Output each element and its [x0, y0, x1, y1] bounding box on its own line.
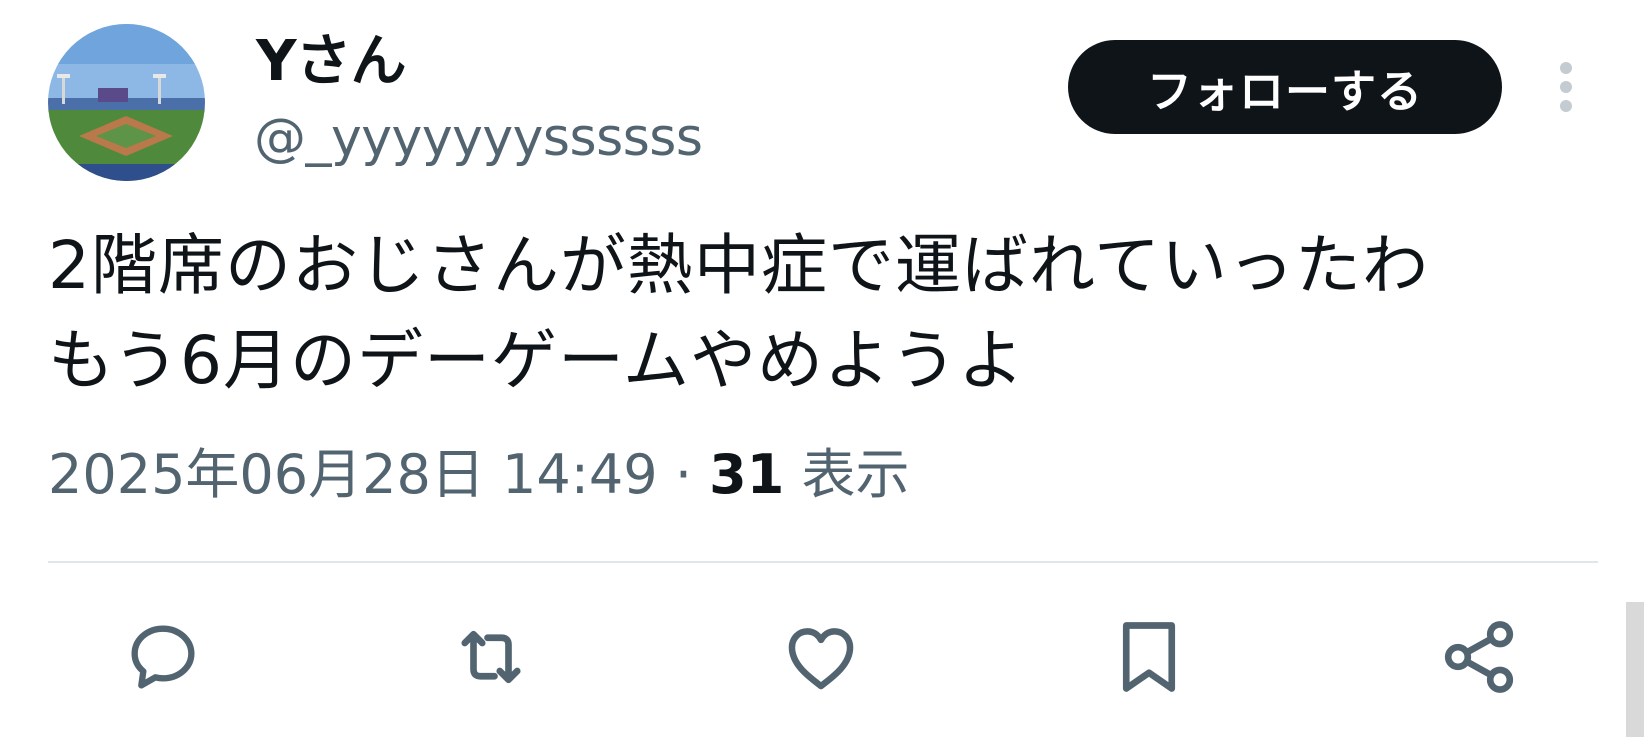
more-options-button[interactable]: [1546, 58, 1586, 116]
reply-button[interactable]: [118, 612, 208, 702]
display-name[interactable]: Yさん: [256, 28, 407, 96]
view-count: 31: [709, 443, 785, 506]
tweet-line: 2階席のおじさんが熱中症で運ばれていったわ: [48, 227, 1430, 304]
more-vertical-icon: [1560, 62, 1572, 112]
avatar[interactable]: [48, 24, 205, 181]
user-handle[interactable]: @_yyyyyyyssssss: [254, 106, 703, 170]
tweet-line: もう6月のデーゲームやめようよ: [48, 322, 1026, 399]
tweet-meta: 2025年06月28日 14:49 · 31 表示: [48, 440, 909, 510]
scrollbar[interactable]: [1626, 602, 1644, 737]
reply-icon: [131, 625, 195, 689]
view-label: 表示: [801, 443, 910, 506]
bookmark-button[interactable]: [1104, 612, 1194, 702]
follow-button[interactable]: フォローする: [1068, 40, 1502, 134]
retweet-button[interactable]: [446, 612, 536, 702]
share-icon: [1444, 621, 1514, 693]
divider: [48, 561, 1598, 563]
retweet-icon: [461, 630, 521, 684]
tweet-text: 2階席のおじさんが熱中症で運ばれていったわ もう6月のデーゲームやめようよ: [48, 218, 1608, 408]
avatar-stadium-image: [48, 24, 205, 181]
like-icon: [788, 628, 854, 690]
like-button[interactable]: [776, 612, 866, 702]
share-button[interactable]: [1434, 612, 1524, 702]
timestamp[interactable]: 2025年06月28日 14:49: [48, 443, 658, 506]
meta-separator: ·: [674, 443, 692, 506]
bookmark-icon: [1122, 622, 1176, 692]
